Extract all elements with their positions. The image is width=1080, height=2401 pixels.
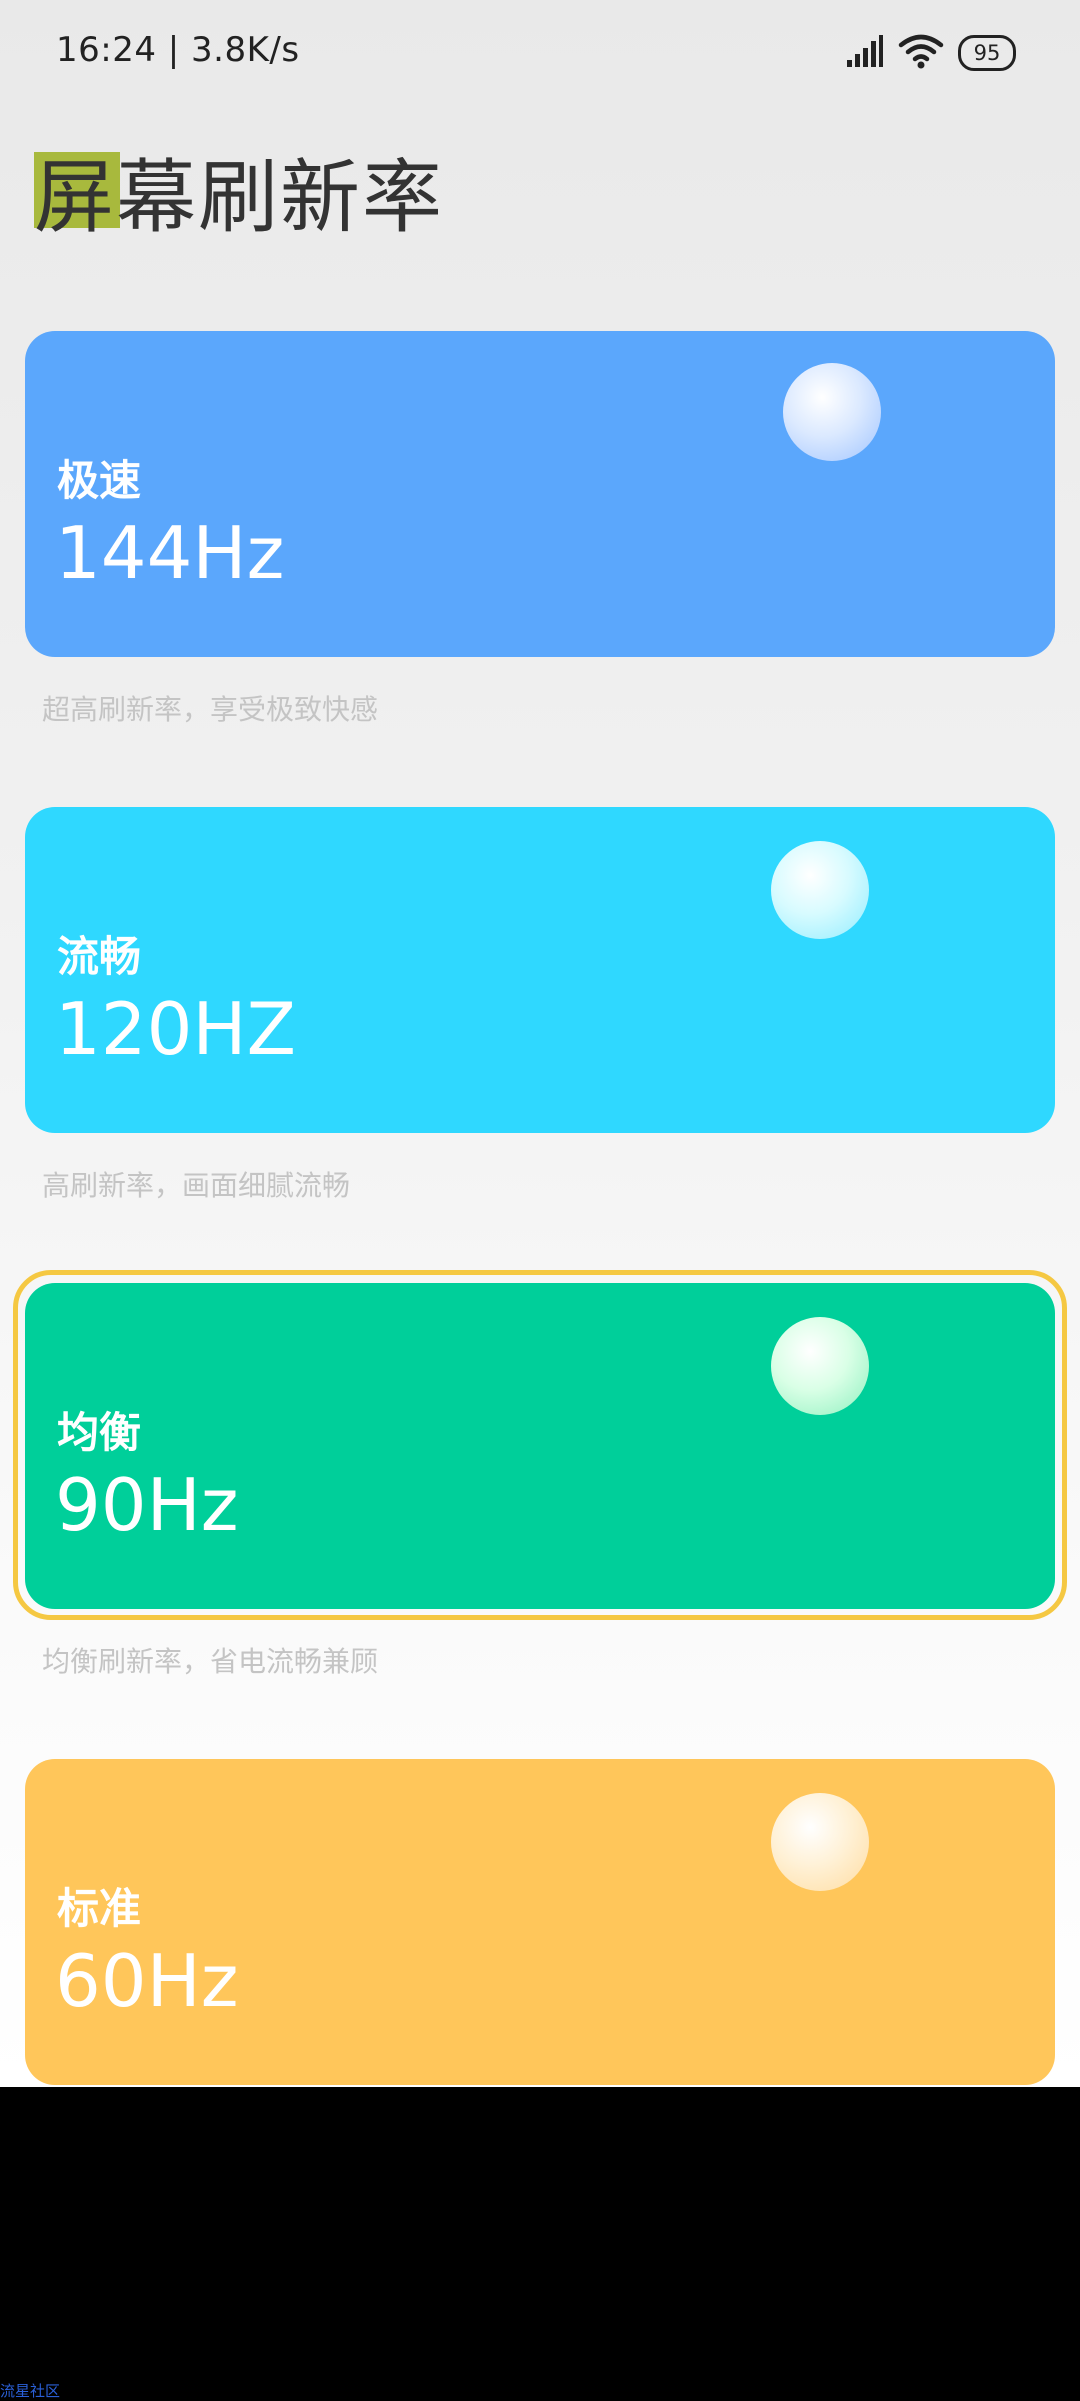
status-bar: 16:24 | 3.8K/s 95 [0,0,1080,105]
mode-rate: 144Hz [55,511,285,595]
status-icons: 95 [846,30,1016,76]
mode-description: 均衡刷新率，省电流畅兼顾 [42,1645,379,1678]
mode-card-144hz[interactable]: 极速 144Hz [25,331,1055,657]
mode-name: 标准 [57,1884,142,1933]
watermark-text: 流星社区 [0,2382,61,2400]
signal-icon [846,34,884,72]
bubble-decoration [783,363,881,461]
wifi-icon [898,33,944,73]
mode-name: 极速 [57,456,142,505]
bubble-decoration [771,841,869,939]
bubble-decoration [771,1317,869,1415]
battery-level: 95 [973,41,1001,65]
screen: 16:24 | 3.8K/s 95 屏幕刷新率 极速 144Hz 超高刷新率，享… [0,0,1080,2087]
title-area: 屏幕刷新率 [34,148,444,248]
mode-card-60hz[interactable]: 标准 60Hz [25,1759,1055,2085]
mode-rate: 60Hz [55,1939,239,2023]
mode-description: 高刷新率，画面细腻流畅 [42,1169,351,1202]
mode-card-120hz[interactable]: 流畅 120HZ [25,807,1055,1133]
mode-description: 超高刷新率，享受极致快感 [42,693,379,726]
mode-rate: 120HZ [55,987,296,1071]
mode-name: 均衡 [57,1408,142,1457]
mode-rate: 90Hz [55,1463,239,1547]
bubble-decoration [771,1793,869,1891]
mode-card-90hz[interactable]: 均衡 90Hz [25,1283,1055,1609]
mode-name: 流畅 [57,932,142,981]
page-title: 屏幕刷新率 [34,151,444,244]
status-time-speed: 16:24 | 3.8K/s [56,30,300,70]
battery-icon: 95 [958,35,1016,71]
